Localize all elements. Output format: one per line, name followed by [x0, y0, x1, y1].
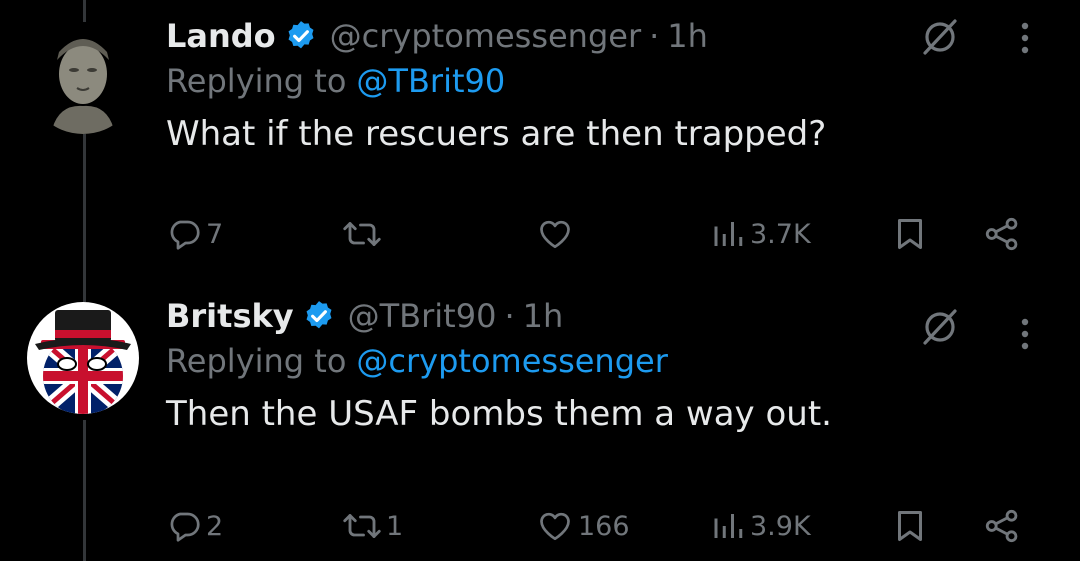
- share-button[interactable]: [982, 502, 1022, 550]
- reply-icon: [170, 220, 200, 250]
- tweet-text: What if the rescuers are then trapped?: [166, 114, 827, 154]
- bookmark-icon: [898, 219, 922, 249]
- handle[interactable]: @cryptomessenger: [330, 17, 641, 55]
- bookmark-button[interactable]: [892, 502, 928, 550]
- retweet-icon: [343, 222, 381, 246]
- replying-to-mention[interactable]: @TBrit90: [356, 62, 505, 100]
- replying-to-mention[interactable]: @cryptomessenger: [356, 342, 667, 380]
- views-count: 3.7K: [750, 218, 811, 250]
- reply-button[interactable]: 2: [166, 502, 223, 550]
- more-options-icon[interactable]: [1018, 18, 1032, 58]
- views-chart-icon: [714, 222, 743, 246]
- terracotta-warrior-avatar-icon: [27, 22, 139, 134]
- heart-icon: [540, 220, 570, 249]
- share-icon: [985, 509, 1018, 543]
- tweet-text: Then the USAF bombs them a way out.: [166, 394, 832, 434]
- like-button[interactable]: 166: [536, 502, 630, 550]
- like-button[interactable]: [536, 210, 578, 258]
- share-button[interactable]: [982, 210, 1022, 258]
- retweet-icon: [343, 514, 381, 538]
- replying-to-label: Replying to: [166, 62, 347, 100]
- retweet-button[interactable]: [342, 210, 386, 258]
- union-jack-countryball-avatar-icon: [27, 302, 139, 414]
- more-options-icon[interactable]: [1018, 314, 1032, 354]
- reply-count: 7: [206, 218, 224, 250]
- reply-count: 2: [206, 510, 224, 542]
- bookmark-icon: [898, 511, 922, 541]
- avatar[interactable]: [27, 22, 139, 134]
- reply-icon: [170, 512, 200, 542]
- tweet-header: Lando @cryptomessenger · 1h: [166, 14, 1040, 58]
- views-chart-icon: [714, 514, 743, 538]
- action-bar: 2 1 166 3.9K: [166, 502, 1046, 550]
- separator-dot: ·: [504, 297, 515, 335]
- timestamp[interactable]: 1h: [523, 297, 564, 335]
- views-count: 3.9K: [750, 510, 811, 542]
- heart-icon: [540, 512, 570, 541]
- retweet-count: 1: [386, 510, 404, 542]
- replying-to-line: Replying to @TBrit90: [166, 58, 1040, 104]
- separator-dot: ·: [649, 17, 660, 55]
- verified-badge-icon: [306, 301, 332, 329]
- display-name[interactable]: Lando: [166, 17, 276, 55]
- views-button[interactable]: 3.7K: [710, 210, 811, 258]
- grok-icon[interactable]: [920, 17, 960, 57]
- grok-icon[interactable]: [920, 307, 960, 347]
- tweet[interactable]: Lando @cryptomessenger · 1h Replying to …: [0, 0, 1080, 280]
- action-bar: 7 3.7K: [166, 210, 1046, 258]
- retweet-button[interactable]: 1: [342, 502, 403, 550]
- bookmark-button[interactable]: [892, 210, 928, 258]
- display-name[interactable]: Britsky: [166, 297, 294, 335]
- timestamp[interactable]: 1h: [667, 17, 708, 55]
- replying-to-line: Replying to @cryptomessenger: [166, 338, 1040, 384]
- like-count: 166: [578, 510, 630, 542]
- avatar[interactable]: [27, 302, 139, 414]
- tweet[interactable]: Britsky @TBrit90 · 1h Replying to @crypt…: [0, 280, 1080, 561]
- share-icon: [985, 217, 1018, 251]
- replying-to-label: Replying to: [166, 342, 347, 380]
- verified-badge-icon: [288, 21, 314, 49]
- handle[interactable]: @TBrit90: [348, 297, 497, 335]
- reply-button[interactable]: 7: [166, 210, 223, 258]
- views-button[interactable]: 3.9K: [710, 502, 811, 550]
- tweet-header: Britsky @TBrit90 · 1h: [166, 294, 1040, 338]
